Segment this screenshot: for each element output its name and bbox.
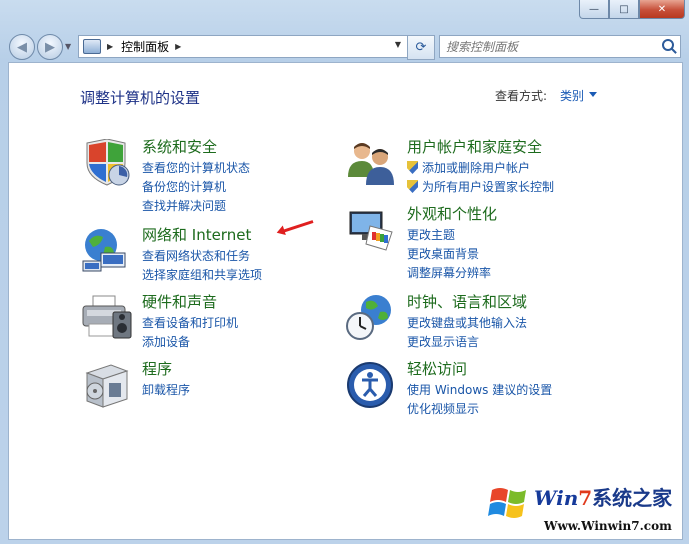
link-find-fix-problems[interactable]: 查找并解决问题: [142, 197, 226, 214]
window-frame: — □ ✕ ◀ ▶ ▼ ▶ 控制面板 ▶ ▼ ⟳ 调整计算机的设置 查看方式: …: [0, 0, 689, 544]
breadcrumb-control-panel[interactable]: 控制面板: [121, 38, 169, 55]
ease-of-access-icon: [347, 362, 393, 408]
navigation-bar: ◀ ▶ ▼ ▶ 控制面板 ▶ ▼ ⟳: [0, 30, 689, 62]
appearance-monitor-icon: [349, 211, 393, 251]
search-icon[interactable]: [662, 39, 674, 51]
link-change-desktop-background[interactable]: 更改桌面背景: [407, 245, 479, 262]
system-security-shield-icon: [86, 139, 130, 186]
address-bar[interactable]: ▶ 控制面板 ▶ ▼: [78, 35, 408, 58]
maximize-button[interactable]: □: [609, 0, 639, 19]
link-adjust-resolution[interactable]: 调整屏幕分辨率: [407, 264, 491, 281]
back-button[interactable]: ◀: [9, 34, 35, 60]
link-change-keyboard[interactable]: 更改键盘或其他输入法: [407, 314, 527, 331]
red-arrow-annotation: [282, 220, 314, 233]
category-title-programs[interactable]: 程序: [142, 358, 172, 379]
view-by-label: 查看方式:: [495, 89, 548, 103]
uac-shield-icon: [407, 161, 418, 174]
search-box[interactable]: [439, 35, 681, 58]
category-title-user-accounts[interactable]: 用户帐户和家庭安全: [407, 136, 542, 157]
category-title-ease-of-access[interactable]: 轻松访问: [407, 358, 467, 379]
programs-box-icon: [85, 364, 129, 408]
search-input[interactable]: [440, 37, 652, 57]
network-globe-icon: [82, 229, 126, 272]
address-dropdown-icon[interactable]: ▼: [395, 40, 401, 49]
link-view-computer-status[interactable]: 查看您的计算机状态: [142, 159, 250, 176]
category-title-system-security[interactable]: 系统和安全: [142, 136, 217, 157]
close-button[interactable]: ✕: [639, 0, 685, 19]
printer-hardware-icon: [82, 295, 132, 339]
category-title-hardware-sound[interactable]: 硬件和声音: [142, 291, 217, 312]
category-title-appearance[interactable]: 外观和个性化: [407, 203, 497, 224]
watermark: Win7系统之家 Www.Winwin7.com: [488, 480, 683, 540]
forward-button[interactable]: ▶: [37, 34, 63, 60]
link-view-network-status[interactable]: 查看网络状态和任务: [142, 247, 250, 264]
view-by-dropdown[interactable]: 类别: [560, 87, 584, 104]
users-icon: [348, 143, 394, 185]
chevron-right-icon[interactable]: ▶: [107, 42, 113, 51]
watermark-url: Www.Winwin7.com: [544, 519, 672, 533]
chevron-right-icon[interactable]: ▶: [175, 42, 181, 51]
clock-globe-icon: [346, 295, 391, 340]
control-panel-icon: [83, 39, 101, 54]
watermark-brand: Win7系统之家: [534, 486, 673, 510]
uac-shield-icon: [407, 180, 418, 193]
link-devices-printers[interactable]: 查看设备和打印机: [142, 314, 238, 331]
link-parental-controls[interactable]: 为所有用户设置家长控制: [422, 178, 554, 195]
recent-pages-dropdown[interactable]: ▼: [65, 42, 71, 51]
link-uninstall-program[interactable]: 卸载程序: [142, 381, 190, 398]
link-optimize-display[interactable]: 优化视频显示: [407, 400, 479, 417]
link-add-device[interactable]: 添加设备: [142, 333, 190, 350]
windows-logo-icon: [488, 488, 526, 518]
category-title-network-internet[interactable]: 网络和 Internet: [142, 224, 251, 245]
window-controls: — □ ✕: [579, 0, 685, 19]
link-add-remove-accounts[interactable]: 添加或删除用户帐户: [422, 159, 530, 176]
link-change-display-language[interactable]: 更改显示语言: [407, 333, 479, 350]
category-title-clock-language-region[interactable]: 时钟、语言和区域: [407, 291, 527, 312]
minimize-button[interactable]: —: [579, 0, 609, 19]
refresh-button[interactable]: ⟳: [407, 35, 435, 60]
link-homegroup-sharing[interactable]: 选择家庭组和共享选项: [142, 266, 262, 283]
chevron-down-icon[interactable]: [589, 92, 597, 97]
link-recommended-settings[interactable]: 使用 Windows 建议的设置: [407, 381, 552, 398]
link-backup-computer[interactable]: 备份您的计算机: [142, 178, 226, 195]
link-change-theme[interactable]: 更改主题: [407, 226, 455, 243]
title-bar[interactable]: — □ ✕: [0, 0, 689, 30]
page-title: 调整计算机的设置: [80, 89, 201, 107]
content-pane: 调整计算机的设置 查看方式: 类别 系统和安全 查看您的计算机状态 备份您的计算…: [8, 62, 683, 540]
